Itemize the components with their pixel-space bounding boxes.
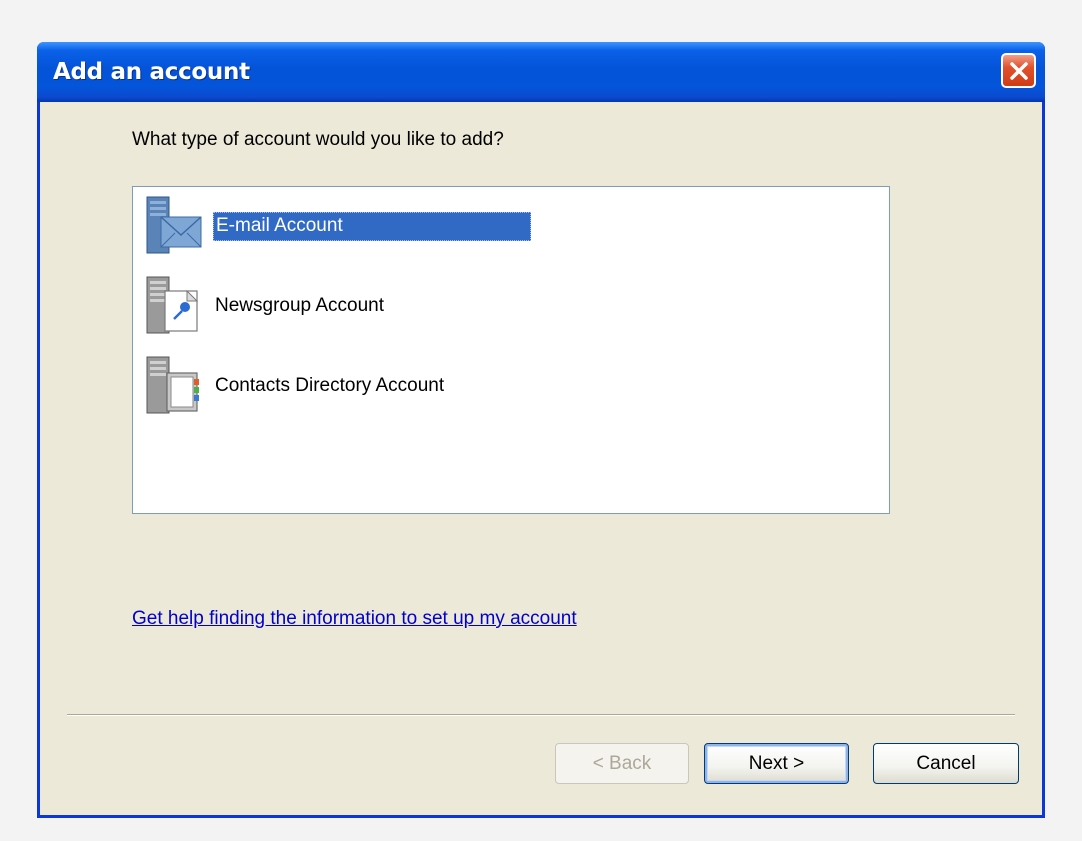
- cancel-button[interactable]: Cancel: [873, 743, 1019, 784]
- add-account-dialog: Add an account What type of account woul…: [37, 42, 1045, 818]
- title-bar[interactable]: Add an account: [37, 42, 1045, 102]
- window-title: Add an account: [53, 59, 250, 85]
- account-type-label: Newsgroup Account: [215, 294, 384, 316]
- account-type-email[interactable]: E-mail Account: [141, 191, 741, 261]
- separator: [67, 714, 1015, 716]
- help-link[interactable]: Get help finding the information to set …: [132, 608, 577, 630]
- account-type-label: Contacts Directory Account: [215, 374, 445, 396]
- close-icon: [1009, 61, 1028, 80]
- dialog-content: What type of account would you like to a…: [40, 102, 1042, 815]
- email-server-icon: [146, 196, 202, 254]
- close-button[interactable]: [1001, 53, 1036, 88]
- back-button[interactable]: < Back: [555, 743, 689, 784]
- prompt-text: What type of account would you like to a…: [132, 129, 504, 150]
- next-button[interactable]: Next >: [704, 743, 849, 784]
- account-type-newsgroup[interactable]: Newsgroup Account: [141, 271, 741, 341]
- account-type-list[interactable]: E-mail Account Newsgroup Account Contact…: [132, 186, 890, 514]
- account-type-label: E-mail Account: [213, 211, 531, 241]
- newsgroup-server-icon: [146, 276, 199, 334]
- directory-server-icon: [146, 356, 199, 414]
- account-type-directory[interactable]: Contacts Directory Account: [141, 351, 741, 421]
